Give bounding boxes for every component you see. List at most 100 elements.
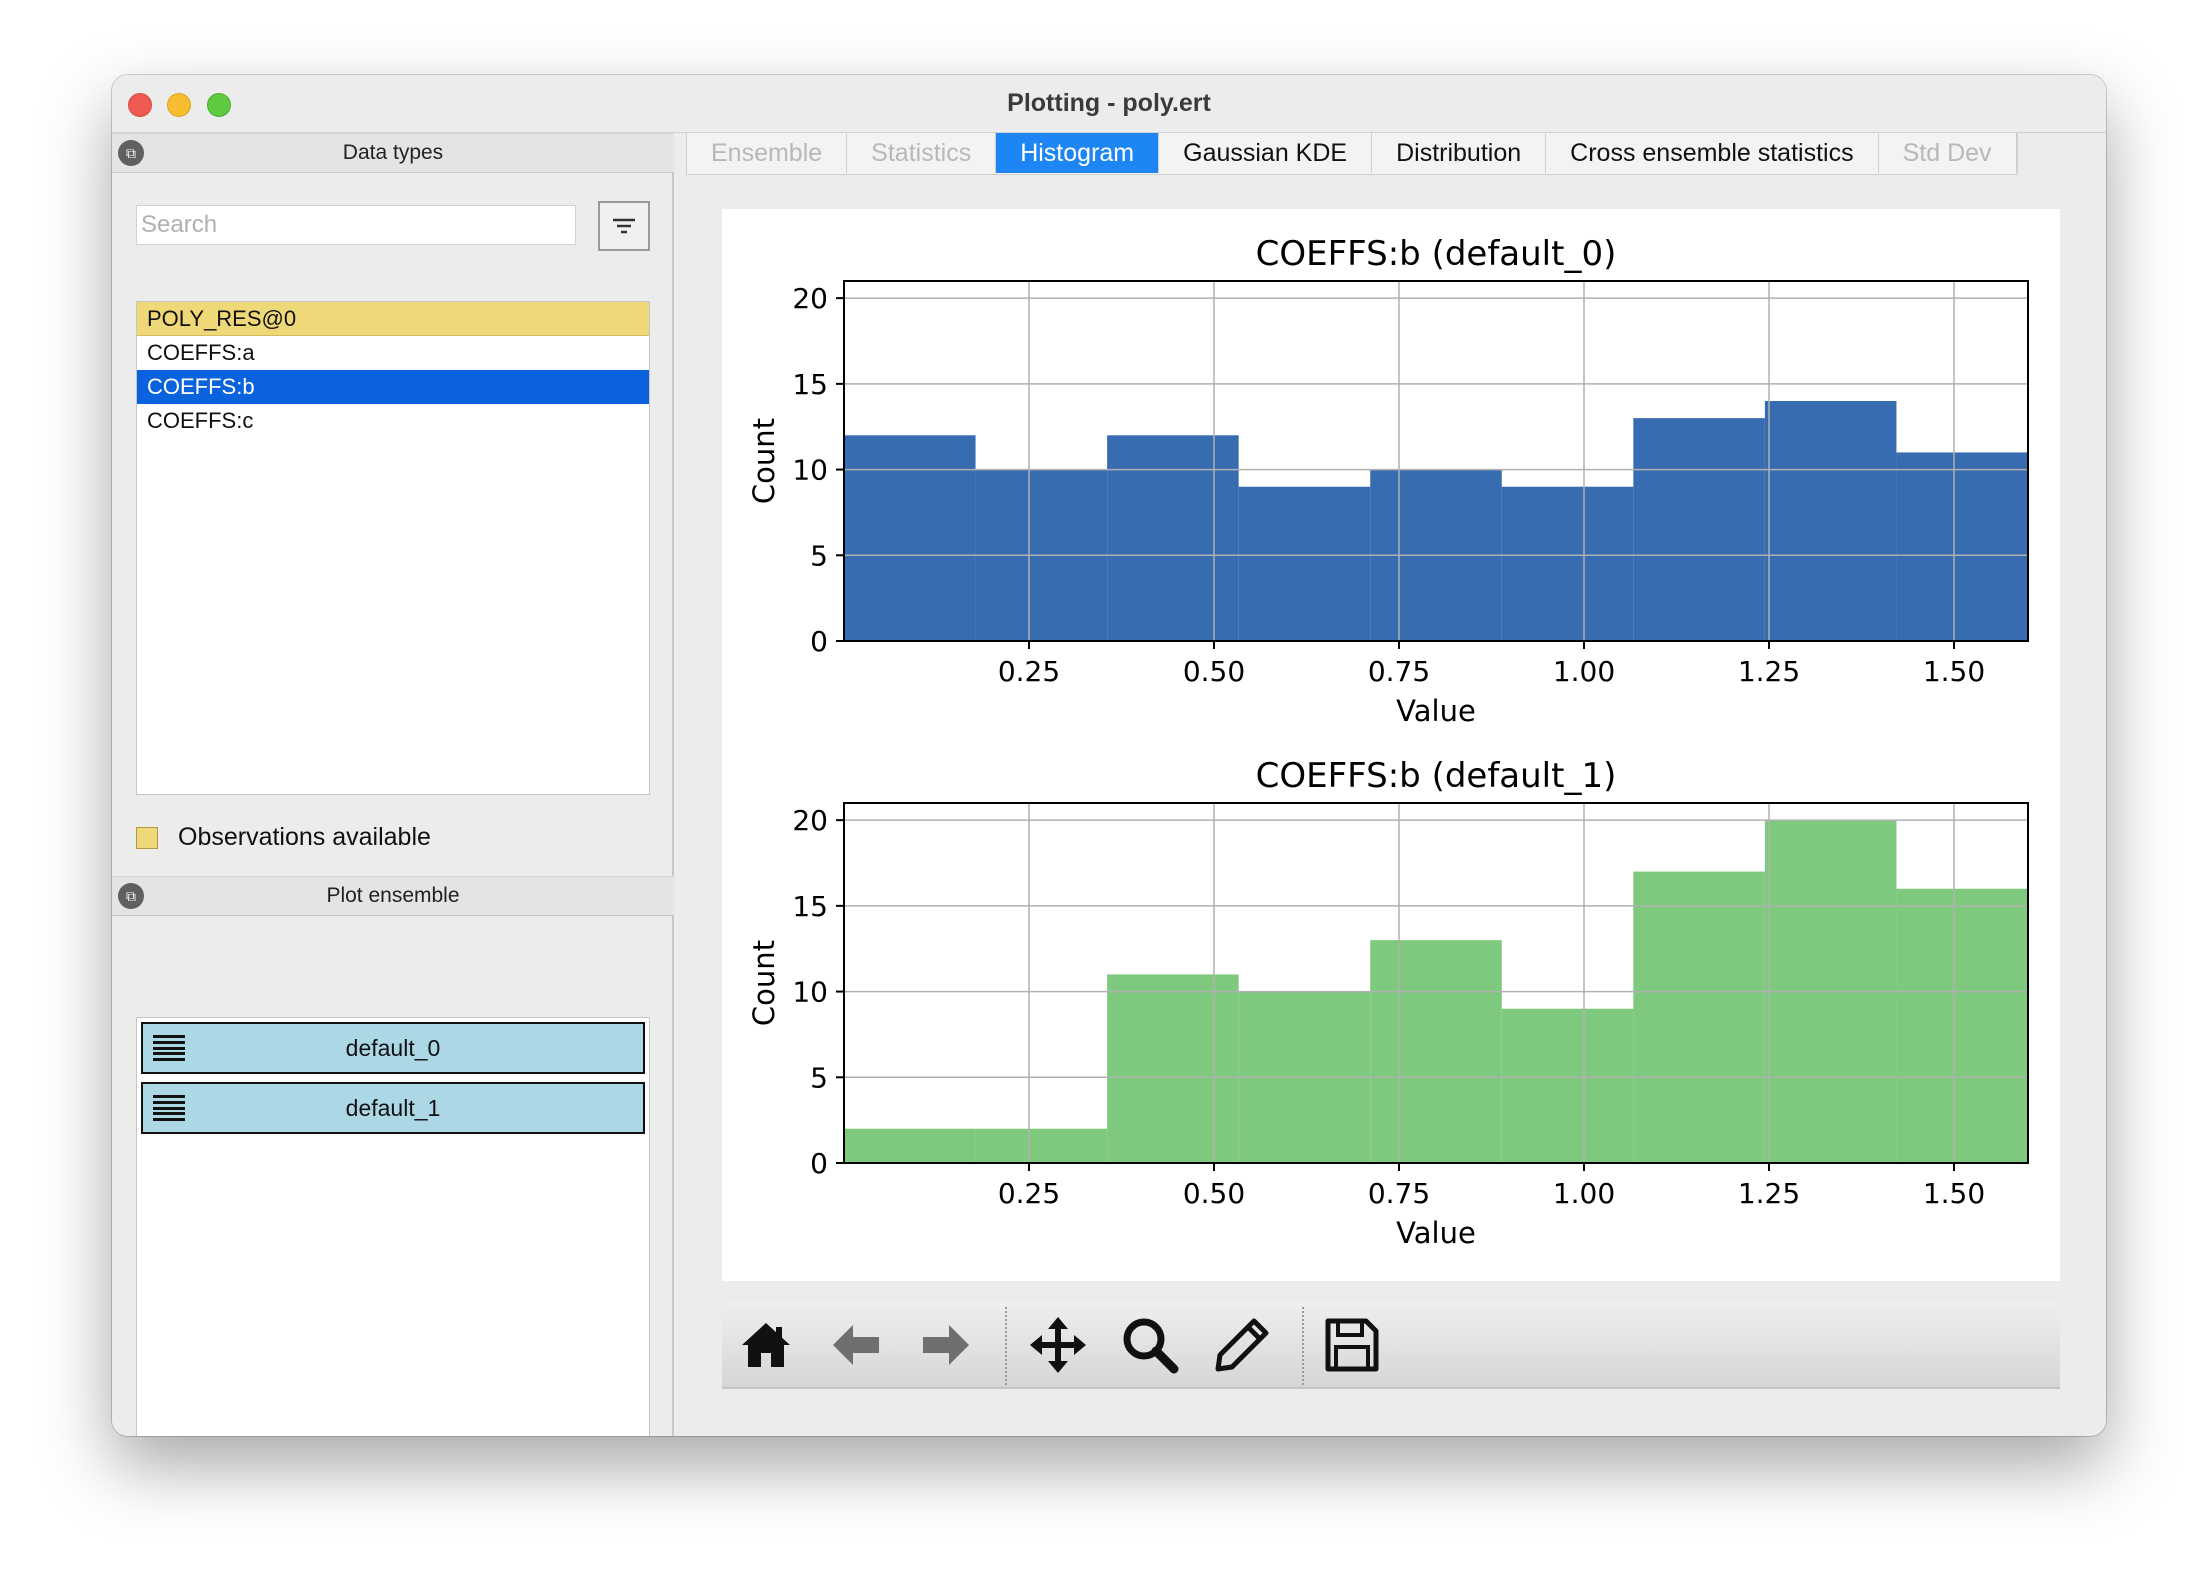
histogram-bar [1238,486,1371,641]
x-tick-label: 1.50 [1923,655,1985,688]
edit-button[interactable] [1212,1315,1272,1375]
x-axis-label: Value [1396,1216,1476,1250]
drag-handle-icon[interactable] [153,1095,185,1121]
drag-handle-icon[interactable] [153,1035,185,1061]
tab-ensemble[interactable]: Ensemble [687,133,848,173]
chart-title: COEFFS:b (default_0) [1256,234,1617,274]
ensemble-item[interactable]: default_0 [141,1022,645,1074]
chart-title: COEFFS:b (default_1) [1256,756,1617,796]
home-icon [742,1323,790,1367]
y-tick-label: 10 [792,976,828,1009]
x-tick-label: 1.50 [1923,1177,1985,1210]
plotting-window: Plotting - poly.ert ⧉ Data types Search … [112,75,2106,1436]
data-types-list: POLY_RES@0 COEFFS:a COEFFS:b COEFFS:c [136,301,650,795]
x-tick-label: 1.25 [1738,655,1800,688]
list-item[interactable]: COEFFS:a [137,336,649,370]
histogram-bar [975,1128,1108,1163]
undock-icon[interactable]: ⧉ [118,140,144,166]
toolbar-separator [1005,1307,1007,1385]
y-tick-label: 5 [810,539,828,572]
x-tick-label: 0.75 [1368,655,1430,688]
zoom-button[interactable] [1120,1315,1180,1375]
tab-cross-ensemble-statistics[interactable]: Cross ensemble statistics [1546,133,1879,173]
list-item[interactable]: POLY_RES@0 [137,302,649,336]
undock-icon[interactable]: ⧉ [118,883,144,909]
minimize-window-button[interactable] [167,93,191,117]
zoom-icon [1123,1318,1179,1374]
save-button[interactable] [1322,1315,1382,1375]
home-button[interactable] [736,1315,796,1375]
y-axis-label: Count [747,418,781,504]
ensemble-label: default_1 [345,1094,441,1121]
plot-tabs: Ensemble Statistics Histogram Gaussian K… [686,133,2018,175]
histogram-bar [1370,940,1502,1163]
tab-histogram[interactable]: Histogram [996,133,1160,173]
histogram-bar [1633,871,1765,1163]
histogram-bar [1633,418,1765,641]
y-tick-label: 20 [792,282,828,315]
right-panel: Ensemble Statistics Histogram Gaussian K… [676,133,2106,1436]
toolbar-separator [1302,1307,1304,1385]
pan-button[interactable] [1028,1315,1088,1375]
data-types-title: Data types [342,141,444,164]
histogram-bar [1107,435,1239,641]
observations-swatch [136,826,158,849]
plot-canvas[interactable]: 0.250.500.751.001.251.501.7505101520COEF… [722,209,2060,1281]
forward-arrow-icon [923,1325,969,1365]
histogram-bar [844,1128,976,1163]
x-tick-label: 0.25 [998,655,1060,688]
x-tick-label: 0.50 [1183,1177,1245,1210]
histogram-bar [1764,401,1897,641]
save-icon [1325,1318,1379,1372]
histogram-bar [1107,974,1239,1163]
left-panel: ⧉ Data types Search POLY_RES@0 COEFFS:a … [112,133,674,1436]
histogram-bar [1501,486,1634,641]
ensemble-list: default_0 default_1 [136,1017,650,1436]
maximize-window-button[interactable] [207,93,231,117]
title-bar: Plotting - poly.ert [112,75,2106,133]
list-item[interactable]: COEFFS:c [137,404,649,438]
ensemble-label: default_0 [345,1034,441,1061]
x-axis-label: Value [1396,694,1476,728]
histogram-bar [1896,888,2028,1163]
x-tick-label: 0.75 [1368,1177,1430,1210]
data-types-header: ⧉ Data types [112,133,674,173]
plot-ensemble-title: Plot ensemble [326,884,460,907]
close-window-button[interactable] [128,93,152,117]
tab-gaussian-kde[interactable]: Gaussian KDE [1159,133,1373,173]
y-axis-label: Count [747,940,781,1026]
tab-statistics[interactable]: Statistics [847,133,997,173]
histogram-figure: 0.250.500.751.001.251.501.7505101520COEF… [747,234,2029,1250]
filter-button[interactable] [598,201,650,251]
filter-icon [613,218,635,234]
y-tick-label: 5 [810,1061,828,1094]
observations-legend: Observations available [136,823,431,852]
plot-toolbar [722,1301,2060,1389]
histogram-bar [1501,1008,1634,1163]
x-tick-label: 1.25 [1738,1177,1800,1210]
list-item[interactable]: COEFFS:b [137,370,649,404]
y-tick-label: 15 [792,368,828,401]
tab-distribution[interactable]: Distribution [1372,133,1547,173]
x-tick-label: 0.25 [998,1177,1060,1210]
y-tick-label: 15 [792,890,828,923]
histogram-bar [844,435,976,641]
plot-ensemble-header: ⧉ Plot ensemble [112,876,674,916]
histogram-bar [1896,452,2028,641]
tab-std-dev[interactable]: Std Dev [1879,133,2017,173]
y-tick-label: 0 [810,1147,828,1180]
y-tick-label: 20 [792,804,828,837]
x-tick-label: 1.00 [1553,1177,1615,1210]
back-button[interactable] [826,1315,886,1375]
y-tick-label: 10 [792,454,828,487]
y-tick-label: 0 [810,625,828,658]
search-input[interactable]: Search [136,205,576,245]
x-tick-label: 1.00 [1553,655,1615,688]
forward-button[interactable] [916,1315,976,1375]
back-arrow-icon [833,1325,879,1365]
pan-icon [1030,1317,1086,1373]
x-tick-label: 0.50 [1183,655,1245,688]
window-title: Plotting - poly.ert [1007,89,1211,117]
edit-icon [1215,1318,1269,1372]
ensemble-item[interactable]: default_1 [141,1082,645,1134]
